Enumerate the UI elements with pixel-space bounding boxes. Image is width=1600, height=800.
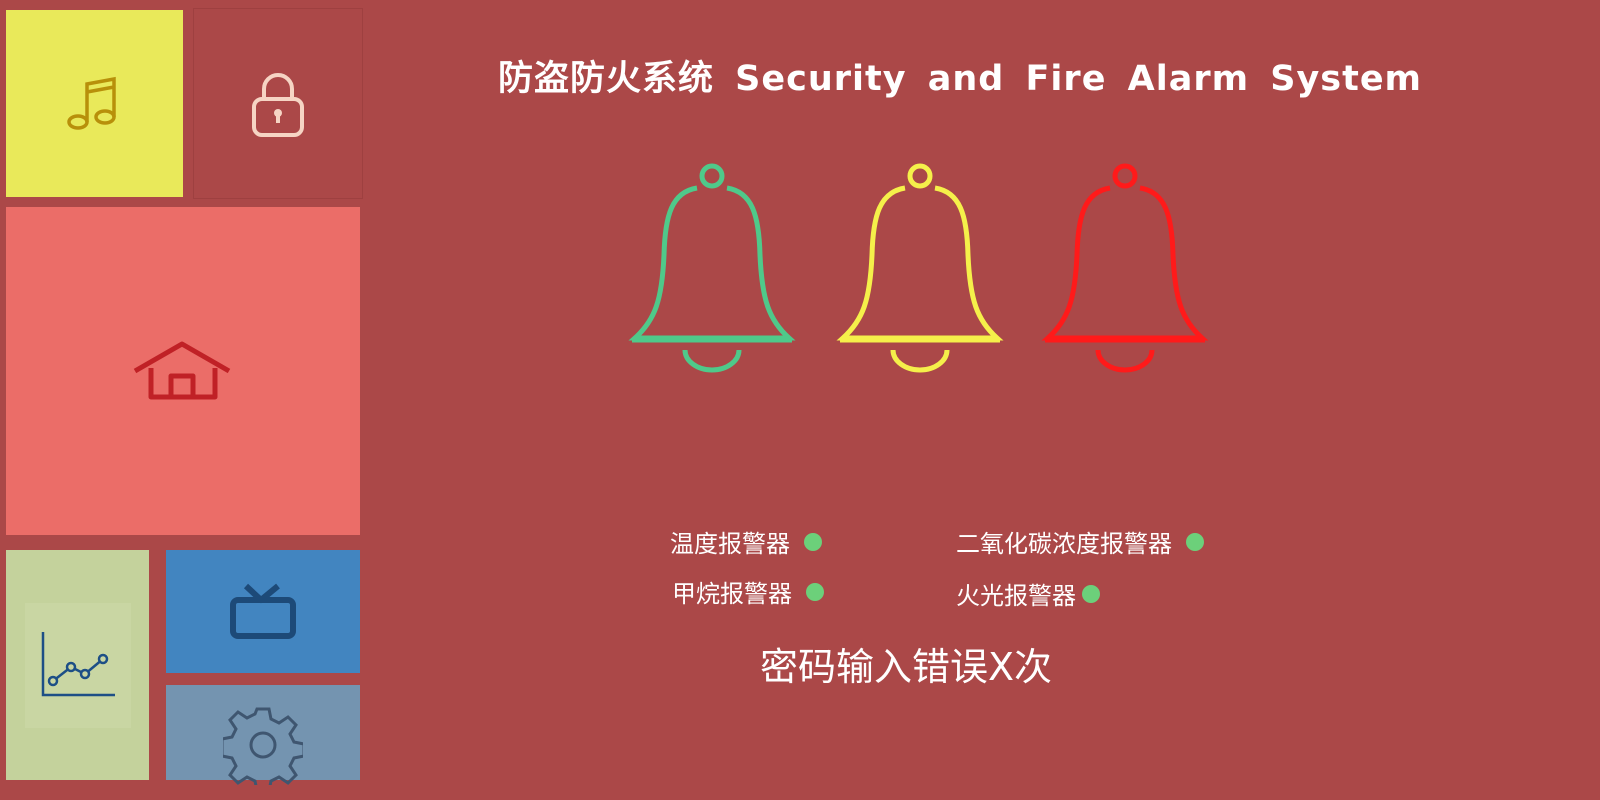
tv-icon — [230, 583, 296, 639]
music-note-icon — [66, 76, 116, 130]
bell-icon-green — [628, 163, 796, 373]
chart-tile[interactable] — [6, 550, 149, 780]
page-title: 防盗防火系统 Security and Fire Alarm System — [497, 59, 1423, 99]
alarm-label: 温度报警器 — [670, 530, 790, 558]
music-tile[interactable] — [6, 10, 183, 197]
settings-tile[interactable] — [166, 685, 360, 785]
status-indicator — [1082, 584, 1100, 603]
alarm-methane: 甲烷报警器 — [672, 574, 824, 609]
home-icon — [133, 341, 231, 400]
status-indicator — [806, 582, 824, 601]
bell-icon-red — [1041, 163, 1209, 373]
line-chart-icon — [41, 632, 115, 697]
alarm-fire: 火光报警器 — [956, 576, 1100, 611]
lock-tile[interactable] — [193, 8, 363, 199]
alarm-label: 火光报警器 — [956, 582, 1076, 610]
home-tile[interactable] — [6, 207, 360, 535]
alarm-temperature: 温度报警器 — [670, 524, 822, 559]
bell-icon-yellow — [836, 163, 1004, 373]
status-indicator — [804, 532, 822, 551]
alarm-label: 甲烷报警器 — [672, 580, 792, 608]
password-error-count: 密码输入错误X次 — [760, 645, 1053, 689]
status-indicator — [1186, 532, 1204, 551]
alarm-co2: 二氧化碳浓度报警器 — [956, 524, 1204, 559]
lock-icon — [252, 72, 304, 137]
alarm-label: 二氧化碳浓度报警器 — [956, 530, 1172, 558]
gear-icon — [223, 707, 303, 785]
tv-tile[interactable] — [166, 550, 360, 673]
